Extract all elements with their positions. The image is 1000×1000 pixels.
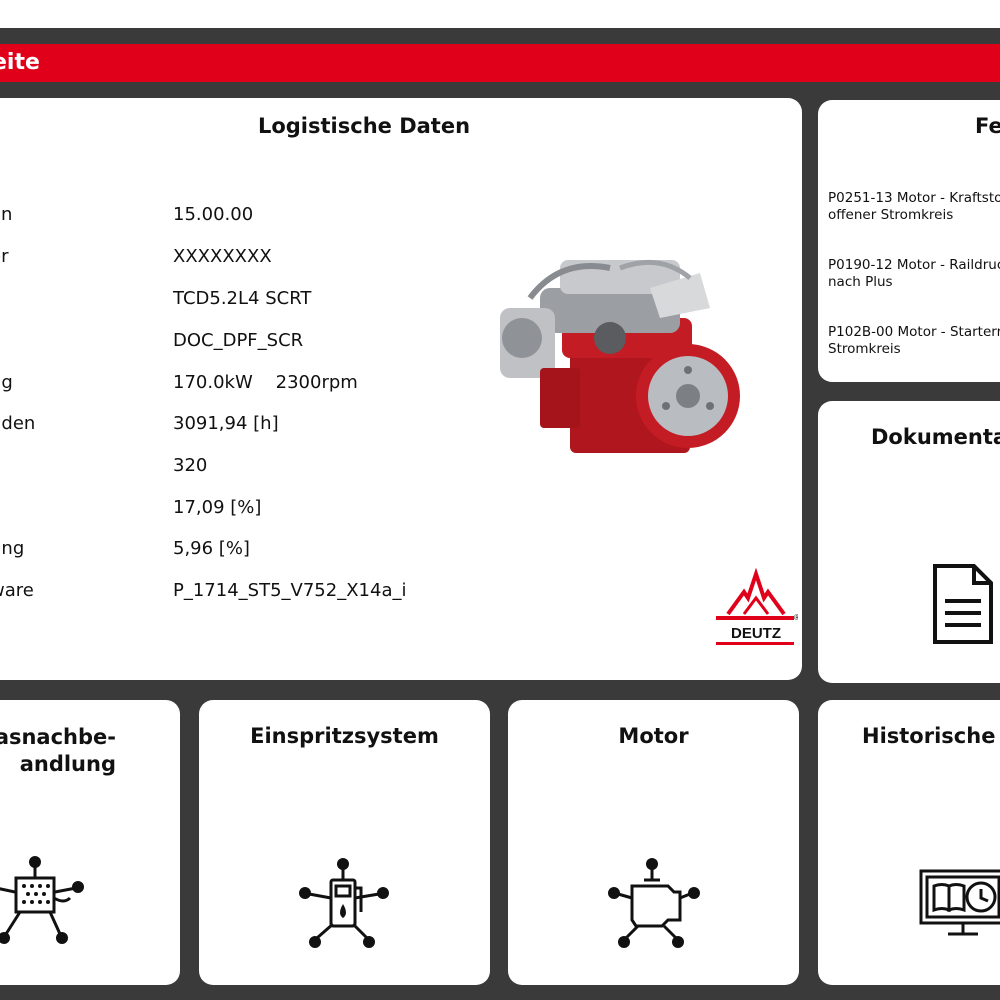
logistic-row-label: er	[0, 246, 9, 267]
logistic-row-value: TCD5.2L4 SCRT	[173, 288, 312, 309]
logistic-row-label: on	[0, 204, 13, 225]
injection-system-icon	[299, 858, 389, 948]
logistic-row-label: ware	[0, 580, 34, 601]
tile-title: Historische I	[862, 724, 1000, 748]
logistic-row-value: 15.00.00	[173, 204, 254, 225]
page-title: eite	[0, 50, 40, 75]
tile-exhaust-aftertreatment[interactable]: asnachbe- andlung	[0, 700, 180, 985]
logistic-row-value: DOC_DPF_SCR	[173, 330, 304, 351]
tile-title: Einspritzsystem	[250, 724, 439, 748]
top-strip	[0, 0, 1000, 28]
documents-card[interactable]: Dokumenta	[818, 401, 1000, 683]
logistic-row-label: ung	[0, 538, 25, 559]
logistic-row-value: 320	[173, 455, 208, 476]
logistic-row-value: 17,09 [%]	[173, 497, 262, 518]
tile-motor[interactable]: Motor	[508, 700, 799, 985]
logistic-row-value: 3091,94 [h]	[173, 413, 279, 434]
logistic-row-value: 170.0kW 2300rpm	[173, 372, 358, 393]
engine-image	[500, 259, 740, 453]
logistic-row-value: XXXXXXXX	[173, 246, 272, 267]
exhaust-aftertreatment-icon	[0, 856, 84, 944]
history-monitor-icon	[919, 869, 1000, 936]
deutz-logo: DEUTZ ®	[716, 568, 798, 645]
svg-text:®: ®	[794, 613, 798, 622]
fault-item[interactable]: P102B-00 Motor - Starterre Stromkreis	[828, 324, 1000, 358]
logistic-data-card[interactable]: Logistische Daten on 15.00.00 er XXXXXXX…	[0, 98, 802, 680]
fault-item[interactable]: P0251-13 Motor - Kraftstof offener Strom…	[828, 190, 1000, 224]
document-icon	[933, 564, 993, 644]
tile-injection-system[interactable]: Einspritzsystem	[199, 700, 490, 985]
logistic-row-label: nden	[0, 413, 36, 434]
faults-title: Fe	[975, 114, 1000, 138]
svg-text:DEUTZ: DEUTZ	[731, 625, 781, 642]
tile-history[interactable]: Historische I	[818, 700, 1000, 985]
fault-item[interactable]: P0190-12 Motor - Raildrucks nach Plus	[828, 257, 1000, 291]
logistic-row-value: 5,96 [%]	[173, 538, 250, 559]
tile-title: Motor	[618, 724, 689, 748]
tile-title: asnachbe- andlung	[0, 725, 116, 776]
logistic-data-title: Logistische Daten	[257, 114, 471, 138]
page-header: eite	[0, 44, 1000, 82]
documents-title: Dokumenta	[871, 425, 1000, 449]
logistic-row-label: ng	[0, 372, 13, 393]
engine-icon	[608, 858, 700, 948]
logistic-row-label: g	[0, 497, 1, 518]
faults-card[interactable]: Fe P0251-13 Motor - Kraftstof offener St…	[818, 100, 1000, 382]
logistic-row-value: P_1714_ST5_V752_X14a_i	[173, 580, 407, 601]
